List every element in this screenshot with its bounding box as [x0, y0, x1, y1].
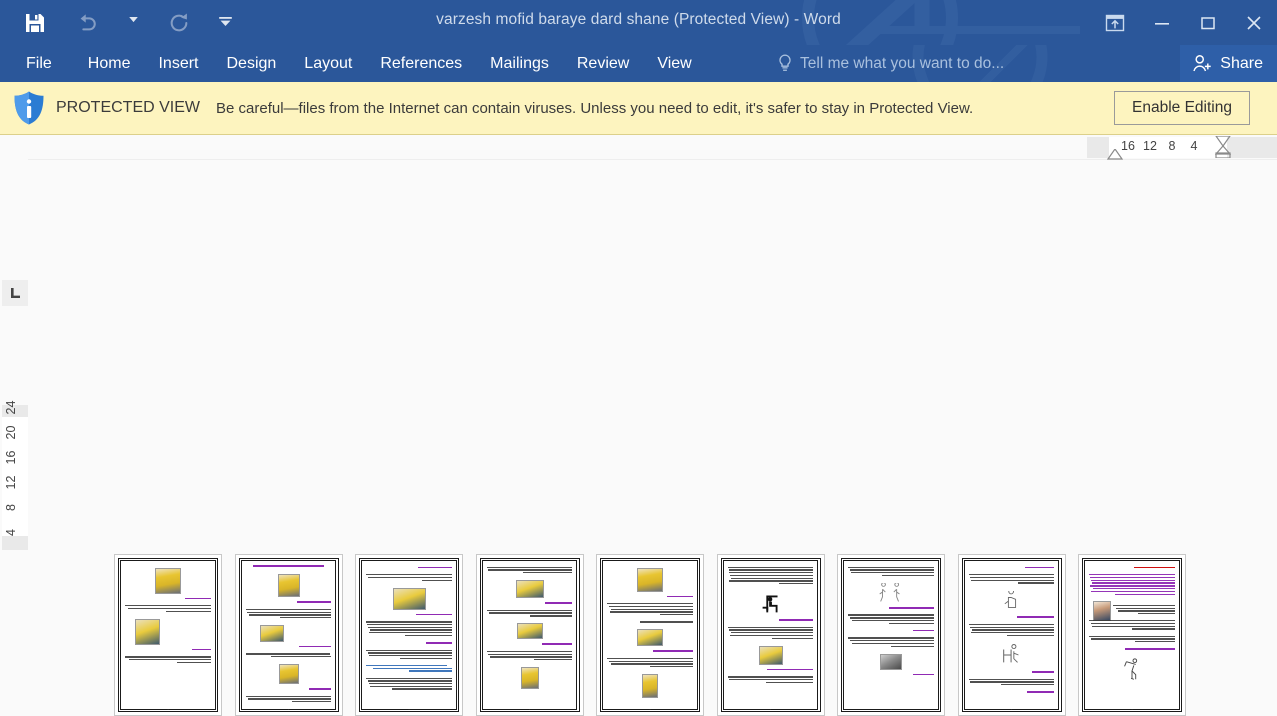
- page-image: [1001, 590, 1022, 613]
- ribbon-tabs: File Home Insert Design Layout Reference…: [0, 45, 706, 82]
- hruler-num-16: 16: [1121, 139, 1135, 153]
- horizontal-ruler[interactable]: 16 12 8 4: [28, 135, 1277, 160]
- window-title: varzesh mofid baraye dard shane (Protect…: [436, 11, 841, 28]
- page-image: [637, 629, 663, 647]
- tab-view[interactable]: View: [643, 45, 705, 82]
- ribbon-display-options-icon[interactable]: [1091, 0, 1139, 45]
- tab-design[interactable]: Design: [212, 45, 290, 82]
- minimize-icon[interactable]: [1139, 0, 1185, 45]
- share-label: Share: [1220, 54, 1263, 72]
- document-page[interactable]: ·: [114, 554, 222, 716]
- share-button[interactable]: Share: [1180, 45, 1277, 82]
- tab-review[interactable]: Review: [563, 45, 643, 82]
- document-page[interactable]: ·: [234, 554, 343, 716]
- vruler-num-4: 4: [4, 529, 18, 536]
- page-image: [515, 580, 544, 599]
- page-footer-mark: ·: [649, 707, 651, 712]
- tab-mailings[interactable]: Mailings: [476, 45, 563, 82]
- page-image: [392, 587, 426, 610]
- left-tab-stop-icon: [10, 287, 20, 298]
- page-footer-mark: ·: [1131, 707, 1133, 712]
- document-page[interactable]: ·: [1078, 554, 1186, 716]
- page-footer-mark: ·: [167, 707, 169, 712]
- hruler-num-12: 12: [1143, 139, 1157, 153]
- info-shield-icon: [14, 91, 44, 125]
- document-page[interactable]: ·: [716, 554, 825, 716]
- document-page[interactable]: ·: [475, 554, 584, 716]
- page-image: [516, 623, 543, 640]
- vruler-num-24: 24: [4, 400, 18, 415]
- page-image: [998, 643, 1025, 668]
- seated-figure-line-art-icon: [762, 595, 778, 613]
- two-figures-line-art-icon: [879, 583, 900, 602]
- document-page[interactable]: ·: [957, 554, 1066, 716]
- page-image: [155, 567, 181, 594]
- tab-file[interactable]: File: [0, 45, 74, 82]
- tell-me-placeholder-text: Tell me what you want to do...: [800, 54, 1005, 72]
- page-footer-mark: ·: [890, 707, 892, 712]
- page-image: [637, 567, 663, 592]
- page-footer-mark: ·: [408, 707, 410, 712]
- tell-me-search[interactable]: Tell me what you want to do...: [778, 45, 1004, 82]
- tab-layout[interactable]: Layout: [290, 45, 366, 82]
- page-footer-mark: ·: [769, 707, 772, 712]
- document-pages: · · · · · · · · ·: [114, 554, 1186, 716]
- bending-figure-line-art-icon: [1124, 658, 1138, 680]
- protected-view-badge: PROTECTED VIEW: [56, 99, 201, 116]
- vruler-num-16: 16: [4, 450, 18, 465]
- vruler-num-8: 8: [4, 504, 18, 511]
- torso-line-art-icon: [1004, 590, 1016, 608]
- document-page[interactable]: ·: [355, 554, 463, 716]
- tab-insert[interactable]: Insert: [144, 45, 212, 82]
- page-image: [520, 667, 539, 690]
- protected-view-bar: PROTECTED VIEW Be careful—files from the…: [0, 82, 1277, 135]
- page-image: [259, 625, 284, 642]
- page-image: [135, 618, 161, 645]
- page-image: [874, 583, 908, 604]
- tab-stop-selector[interactable]: [2, 280, 28, 306]
- page-footer-mark: ·: [1010, 707, 1013, 712]
- page-footer-mark: ·: [528, 707, 531, 712]
- tab-references[interactable]: References: [366, 45, 476, 82]
- document-page[interactable]: ·: [837, 554, 945, 716]
- hruler-num-4: 4: [1190, 139, 1198, 153]
- title-bar: varzesh mofid baraye dard shane (Protect…: [0, 0, 1277, 45]
- vertical-ruler-numbers: 4 8 12 16 20 24: [4, 395, 18, 545]
- page-image: [1118, 656, 1146, 683]
- page-image: [642, 674, 658, 699]
- close-icon[interactable]: [1231, 0, 1277, 45]
- page-footer-mark: ·: [287, 707, 290, 712]
- page-image: [758, 645, 783, 665]
- horizontal-ruler-numbers: 16 12 8 4: [1117, 139, 1205, 153]
- enable-editing-button[interactable]: Enable Editing: [1114, 91, 1250, 125]
- document-workspace: 16 12 8 4 4812162024 · · · · · · · · ·: [0, 135, 1277, 716]
- vruler-num-20: 20: [4, 425, 18, 440]
- share-person-icon: [1193, 55, 1212, 72]
- ribbon-tab-bar: File Home Insert Design Layout Reference…: [0, 45, 1277, 82]
- document-page[interactable]: ·: [596, 554, 704, 716]
- tab-home[interactable]: Home: [74, 45, 145, 82]
- page-image: [278, 664, 299, 685]
- lightbulb-icon: [779, 54, 791, 71]
- window-controls: [1091, 0, 1277, 45]
- restore-icon[interactable]: [1185, 0, 1231, 45]
- hanging-indent-marker-icon[interactable]: [1215, 146, 1231, 158]
- hruler-num-8: 8: [1168, 139, 1176, 153]
- page-image: [880, 653, 902, 670]
- chair-figure-line-art-icon: [1002, 644, 1019, 663]
- protected-view-message: Be careful—files from the Internet can c…: [216, 99, 974, 117]
- page-image: [277, 574, 300, 598]
- page-image: [755, 591, 786, 616]
- vruler-num-12: 12: [4, 475, 18, 490]
